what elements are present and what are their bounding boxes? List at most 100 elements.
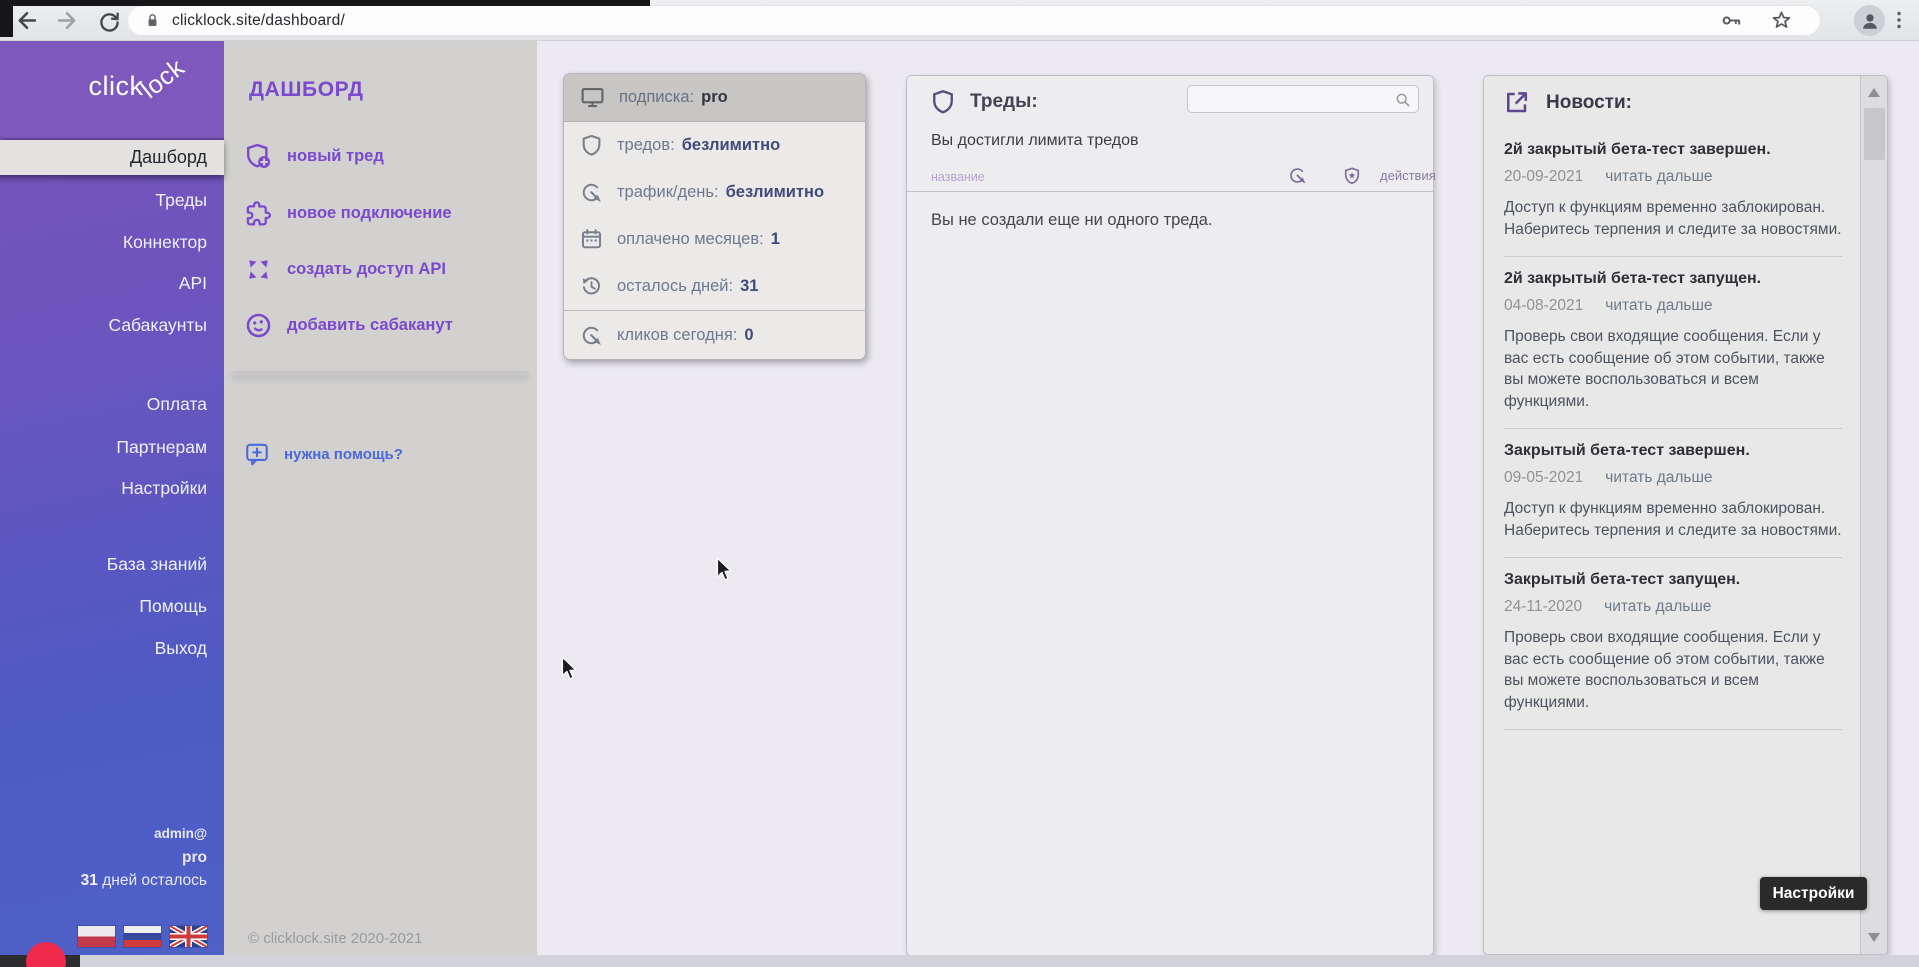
news-item-title: 2й закрытый бета-тест запущен. <box>1504 270 1842 288</box>
back-icon[interactable] <box>13 7 40 34</box>
external-link-icon <box>1502 88 1531 117</box>
polish-flag-icon[interactable] <box>78 926 115 947</box>
click-icon <box>579 323 604 348</box>
news-item-body: Проверь свои входящие сообщения. Если у … <box>1504 627 1842 713</box>
actions-panel: ДАШБОРД новый тред новое подключение соз… <box>224 41 537 955</box>
news-item-date: 24-11-2020 <box>1504 598 1582 615</box>
horizontal-scrollbar[interactable] <box>0 955 1919 967</box>
news-item: 2й закрытый бета-тест запущен. 04-08-202… <box>1504 257 1842 429</box>
news-item-body: Проверь свои входящие сообщения. Если у … <box>1504 326 1842 412</box>
screen-edge-left <box>0 0 13 37</box>
news-panel: Новости: 2й закрытый бета-тест завершен.… <box>1483 75 1888 955</box>
russian-flag-icon[interactable] <box>124 926 161 947</box>
sidebar-item-help[interactable]: Помощь <box>0 589 224 623</box>
language-switcher <box>78 926 207 947</box>
sidebar-item-connector[interactable]: Коннектор <box>0 225 224 259</box>
https-lock-icon <box>143 11 162 30</box>
news-item-title: Закрытый бета-тест завершен. <box>1504 442 1842 460</box>
avatar[interactable] <box>1854 5 1885 36</box>
new-thread-button[interactable]: новый тред <box>244 141 384 171</box>
column-actions-label: действия <box>1380 168 1436 183</box>
page-title: ДАШБОРД <box>249 78 364 102</box>
news-item-date: 09-05-2021 <box>1504 469 1583 486</box>
need-help-link[interactable]: нужна помощь? <box>244 441 403 467</box>
add-subaccount-button[interactable]: добавить сабаканут <box>244 310 453 340</box>
shield-star-icon <box>1342 166 1362 186</box>
read-more-link[interactable]: читать дальше <box>1604 598 1711 615</box>
sidebar-item-payment[interactable]: Оплата <box>0 387 224 421</box>
thread-search <box>1187 85 1419 113</box>
news-item-title: Закрытый бета-тест запущен. <box>1504 571 1842 589</box>
subscription-row-threads: тредов: безлимитно <box>564 122 865 169</box>
subscription-row-months: оплачено месяцев: 1 <box>564 216 865 263</box>
sidebar-item-threads[interactable]: Треды <box>0 183 224 217</box>
logo-block[interactable]: clicklock <box>0 41 224 138</box>
sidebar-item-knowledge-base[interactable]: База знаний <box>0 547 224 581</box>
news-item: Закрытый бета-тест завершен. 09-05-2021 ч… <box>1504 429 1842 558</box>
subscription-card: подписка: pro тредов: безлимитно трафик/… <box>563 73 866 360</box>
scrollbar-thumb[interactable] <box>1864 108 1885 160</box>
subscription-row-clicks-today: кликов сегодня: 0 <box>564 310 865 359</box>
mouse-cursor-ghost <box>557 655 583 681</box>
password-key-icon[interactable] <box>1720 9 1743 32</box>
sidebar: clicklock Дашборд Треды Коннектор API Са… <box>0 41 224 955</box>
face-icon <box>244 311 273 340</box>
clicklock-logo: clicklock <box>89 71 190 102</box>
english-flag-icon[interactable] <box>170 926 207 947</box>
new-connection-button[interactable]: новое подключение <box>244 198 452 228</box>
news-item: Закрытый бета-тест запущен. 24-11-2020 чи… <box>1504 558 1842 730</box>
news-list: 2й закрытый бета-тест завершен. 20-09-20… <box>1504 128 1842 730</box>
thread-limit-message: Вы достигли лимита тредов <box>931 132 1139 150</box>
news-title: Новости: <box>1546 92 1632 114</box>
browser-chrome: clicklock.site/dashboard/ <box>0 0 1919 41</box>
account-plan: pro <box>0 849 224 867</box>
forward-icon[interactable] <box>54 7 81 34</box>
scroll-down-icon[interactable] <box>1868 933 1880 942</box>
thread-search-input[interactable] <box>1196 87 1386 110</box>
read-more-link[interactable]: читать дальше <box>1605 168 1712 185</box>
news-item-body: Доступ к функциям временно заблокирован.… <box>1504 498 1842 541</box>
help-bubble-icon <box>244 441 270 467</box>
reload-icon[interactable] <box>96 9 123 36</box>
sidebar-item-dashboard[interactable]: Дашборд <box>0 140 224 175</box>
url-bar[interactable]: clicklock.site/dashboard/ <box>127 5 1821 36</box>
shield-plus-icon <box>244 142 273 171</box>
shield-icon <box>579 133 604 158</box>
sidebar-item-api[interactable]: API <box>0 266 224 300</box>
subscription-row-traffic: трафик/день: безлимитно <box>564 169 865 216</box>
search-icon[interactable] <box>1394 91 1412 109</box>
puzzle-icon <box>244 199 273 228</box>
news-item-date: 20-09-2021 <box>1504 168 1583 185</box>
news-header: Новости: <box>1502 88 1632 117</box>
news-item-title: 2й закрытый бета-тест завершен. <box>1504 141 1842 159</box>
sidebar-item-subaccounts[interactable]: Сабакаунты <box>0 308 224 342</box>
threads-title: Треды: <box>970 91 1038 113</box>
move-arrows-icon <box>244 255 273 284</box>
create-api-access-button[interactable]: создать доступ API <box>244 254 446 284</box>
url-text[interactable]: clicklock.site/dashboard/ <box>172 12 345 30</box>
dashboard-page: clicklock Дашборд Треды Коннектор API Са… <box>0 41 1919 955</box>
copyright: © clicklock.site 2020-2021 <box>248 930 422 947</box>
subscription-header: подписка: pro <box>564 74 865 122</box>
mouse-cursor <box>712 556 738 582</box>
read-more-link[interactable]: читать дальше <box>1605 297 1712 314</box>
sidebar-item-settings[interactable]: Настройки <box>0 471 224 505</box>
settings-tooltip: Настройки <box>1760 877 1867 910</box>
calendar-icon <box>579 227 604 252</box>
bookmark-star-icon[interactable] <box>1770 9 1793 32</box>
news-item-date: 04-08-2021 <box>1504 297 1583 314</box>
subscription-row-days-left: осталось дней: 31 <box>564 263 865 310</box>
account-days-left: 31 дней осталось <box>0 872 224 890</box>
column-name-label: название <box>931 170 985 184</box>
sidebar-item-partners[interactable]: Партнерам <box>0 430 224 464</box>
news-item: 2й закрытый бета-тест завершен. 20-09-20… <box>1504 128 1842 257</box>
history-icon <box>579 274 604 299</box>
scroll-up-icon[interactable] <box>1868 88 1880 97</box>
sidebar-item-logout[interactable]: Выход <box>0 631 224 665</box>
news-scrollbar[interactable] <box>1860 76 1887 954</box>
threads-empty-message: Вы не создали еще ни одного треда. <box>931 211 1213 230</box>
read-more-link[interactable]: читать дальше <box>1605 469 1712 486</box>
threads-column-header: название действия <box>907 162 1433 192</box>
account-email: admin@ <box>0 826 224 841</box>
browser-menu-icon[interactable] <box>1887 8 1911 32</box>
